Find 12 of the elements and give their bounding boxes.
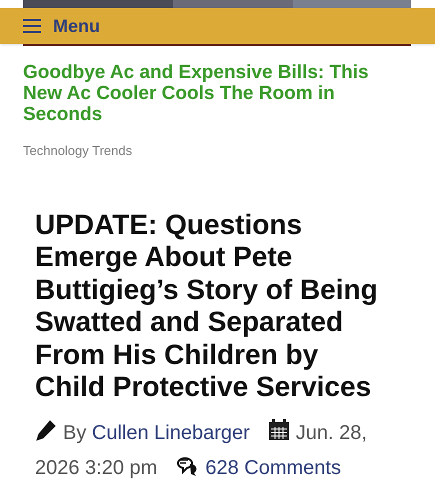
post-time: 2026 3:20 pm — [35, 456, 158, 478]
related-article-link[interactable]: Goodbye Ac and Expensive Bills: This New Ac Cooler Cools The Room in Seconds — [23, 62, 412, 125]
calendar-icon — [268, 418, 290, 440]
pencil-icon — [35, 418, 57, 440]
article-title: UPDATE: Questions Emerge About Pete Buttigieg’s Story of Being Swatted and Separated From His Children by Child Protective Services — [35, 208, 379, 404]
author-link[interactable]: Cullen Linebarger — [92, 422, 250, 444]
category-label: Technology Trends — [23, 142, 134, 160]
comments-link[interactable]: 628 Comments — [205, 456, 341, 478]
menu-button[interactable]: Menu — [23, 12, 100, 40]
byline-label: By — [63, 422, 86, 444]
post-date: Jun. 28, — [296, 422, 367, 444]
menu-icon — [23, 19, 41, 33]
